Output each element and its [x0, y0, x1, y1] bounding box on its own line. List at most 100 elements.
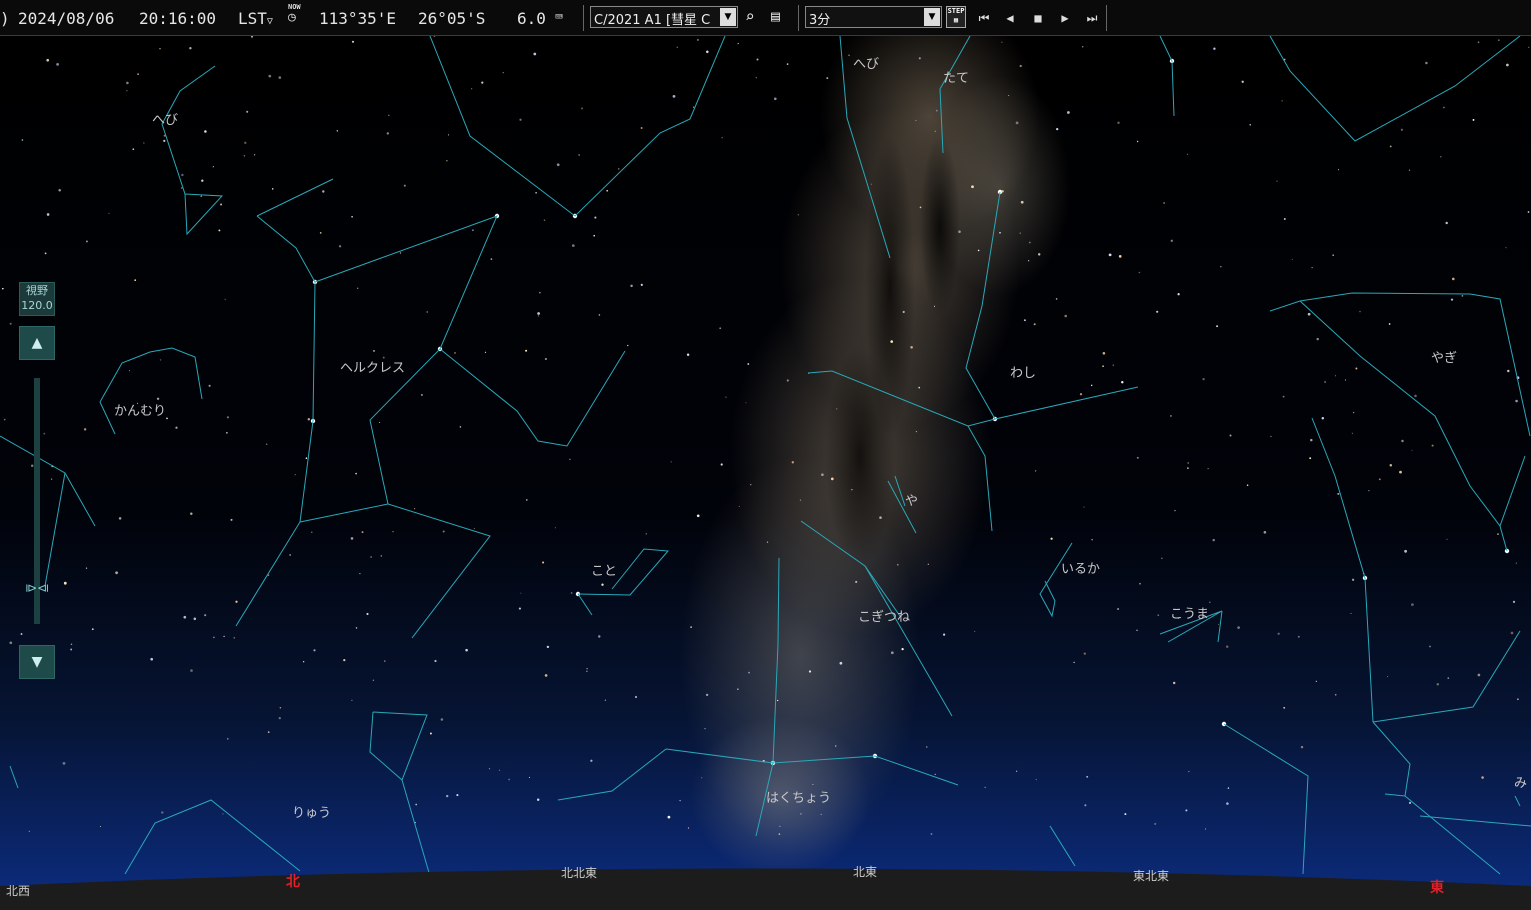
skip-forward-icon[interactable]: ⏭	[1083, 9, 1101, 27]
star	[271, 188, 274, 190]
step-forward-icon[interactable]: ▶	[1056, 9, 1074, 27]
star	[175, 426, 178, 429]
limiting-magnitude[interactable]: 6.0	[517, 9, 546, 28]
constellation-label[interactable]: いるか	[1061, 558, 1100, 577]
direction-label-nw: 北西	[6, 884, 31, 898]
star	[520, 592, 522, 594]
comet-select[interactable]: C/2021 A1 [彗星 C ▼	[590, 6, 738, 28]
star	[3, 418, 6, 421]
zoom-slider-handle[interactable]: ⧐⧏	[18, 580, 56, 596]
star	[1411, 603, 1414, 606]
star	[1528, 46, 1530, 48]
step-interval-select[interactable]: 3分 ▼	[805, 6, 942, 28]
star	[118, 517, 122, 520]
star	[1335, 375, 1337, 377]
step-back-icon[interactable]: ◀	[1001, 9, 1019, 27]
constellation-label[interactable]: へび	[152, 109, 178, 128]
star	[786, 379, 789, 382]
star	[556, 163, 560, 167]
star	[1027, 260, 1030, 262]
star	[537, 312, 540, 315]
star	[161, 811, 164, 814]
constellation-label[interactable]: たて	[943, 67, 969, 86]
star	[253, 154, 256, 156]
star	[190, 669, 193, 672]
date-display[interactable]: 2024/08/06	[18, 9, 114, 28]
star	[204, 614, 207, 617]
search-icon[interactable]: ⌕	[745, 7, 755, 26]
time-display[interactable]: 20:16:00	[139, 9, 216, 28]
star	[1291, 258, 1293, 260]
latitude-display[interactable]: 26°05'S	[418, 9, 485, 28]
time-mode-toggle[interactable]: LST▽	[238, 9, 273, 28]
star	[1217, 623, 1220, 626]
star	[446, 160, 448, 162]
constellation-label[interactable]: ヘルクレス	[340, 357, 405, 376]
star	[1510, 631, 1514, 635]
zoom-out-button[interactable]: ▼	[19, 645, 55, 679]
star	[528, 776, 531, 778]
star	[535, 192, 537, 194]
star	[1472, 118, 1475, 121]
star	[543, 219, 546, 221]
star	[85, 567, 88, 569]
star	[696, 514, 700, 518]
star	[1220, 266, 1222, 268]
star	[578, 154, 580, 156]
star	[1447, 677, 1450, 679]
constellation-label[interactable]: りゅう	[292, 802, 331, 821]
star	[918, 386, 921, 389]
star	[289, 554, 291, 556]
constellation-label[interactable]: かんむり	[114, 400, 166, 419]
stop-icon[interactable]: ■	[1029, 9, 1047, 27]
star	[1050, 537, 1053, 540]
constellation-label[interactable]: や	[905, 490, 918, 509]
sky-canvas[interactable]	[0, 36, 1531, 910]
star	[855, 580, 858, 583]
star	[774, 97, 777, 101]
star	[1429, 645, 1431, 648]
fov-value: 120.0	[21, 299, 53, 312]
star	[380, 555, 382, 557]
star	[977, 249, 980, 252]
skip-back-icon[interactable]: ⏮	[975, 9, 993, 27]
star	[1334, 693, 1337, 696]
constellation-label[interactable]: こうま	[1170, 603, 1209, 622]
star	[1283, 218, 1286, 220]
triangle-down-icon: ▼	[31, 654, 43, 670]
star	[1139, 582, 1141, 585]
list-icon[interactable]: ▤	[771, 7, 780, 25]
toolbar-divider	[583, 5, 584, 31]
star	[1450, 298, 1454, 301]
constellation-label[interactable]: へび	[853, 53, 879, 72]
sky-view[interactable]: へび へび たて ヘルクレス かんむり わし やぎ や こと いるか こうま こ…	[0, 36, 1531, 910]
star	[212, 166, 214, 168]
keyboard-icon[interactable]: ⌨	[555, 10, 563, 25]
constellation-label[interactable]: こと	[591, 560, 617, 579]
star	[159, 48, 161, 50]
now-clock-icon[interactable]: NOW ◷	[288, 4, 301, 25]
constellation-label[interactable]: はくちょう	[766, 787, 831, 806]
zoom-in-button[interactable]: ▲	[19, 326, 55, 360]
longitude-display[interactable]: 113°35'E	[319, 9, 396, 28]
star	[351, 40, 355, 43]
star	[896, 563, 899, 566]
star	[1081, 46, 1084, 48]
star	[370, 556, 372, 558]
constellation-label[interactable]: み	[1514, 772, 1527, 791]
star	[163, 139, 166, 143]
star	[126, 90, 128, 92]
star	[1084, 804, 1087, 807]
step-icon[interactable]: STEP ▦	[946, 6, 966, 28]
constellation-label[interactable]: こぎつね	[858, 606, 910, 625]
constellation-label[interactable]: やぎ	[1431, 347, 1457, 366]
star	[150, 657, 154, 661]
star	[848, 54, 850, 57]
star	[279, 707, 282, 709]
star	[1108, 253, 1112, 257]
star	[1188, 771, 1190, 773]
star	[640, 126, 643, 130]
star	[137, 73, 139, 75]
star	[502, 72, 504, 74]
constellation-label[interactable]: わし	[1010, 362, 1036, 381]
